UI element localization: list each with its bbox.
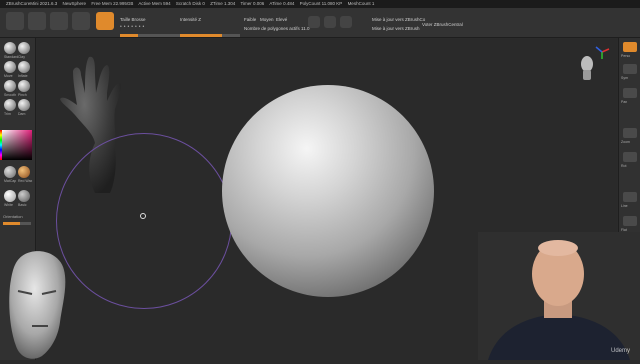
- rb-label: Perso: [621, 54, 631, 58]
- rb-label: Sym: [621, 76, 628, 80]
- axis-gizmo-icon[interactable]: [594, 44, 610, 60]
- vote-link[interactable]: Voter ZBrushCentral: [422, 22, 463, 27]
- draw-mode-button[interactable]: [96, 12, 114, 30]
- title-item: Scratch Disk 0: [175, 1, 205, 6]
- title-bar: ZBrushCoreMini 2021.6.3 NewSphere Free M…: [0, 0, 640, 8]
- brush-smooth-icon[interactable]: [4, 80, 16, 92]
- image-icon[interactable]: [308, 16, 320, 28]
- basic-material-icon[interactable]: [18, 190, 30, 202]
- title-item: NewSphere: [62, 1, 87, 6]
- top-toolbar: Taille Brosse ••••••• Intensité Z Faible…: [0, 8, 640, 38]
- moyen-option[interactable]: Moyen: [260, 17, 274, 22]
- brush-move-icon[interactable]: [4, 61, 16, 73]
- brush-label: Inflate: [18, 74, 28, 78]
- title-item: ZTime 1.304: [210, 1, 236, 6]
- brush-label: Smooth: [4, 93, 17, 97]
- rb-label: Zoom: [621, 140, 630, 144]
- title-item: Free Mem 22.995GB: [91, 1, 134, 6]
- brush-trim-icon[interactable]: [4, 99, 16, 111]
- poly-count-text: Nombre de polygones actifs 11.0: [244, 26, 310, 31]
- brush-label: Clay: [18, 55, 26, 59]
- update-link-2[interactable]: Mise à jour vers ZBrush: [372, 26, 420, 31]
- intensity-slider[interactable]: [180, 34, 240, 37]
- faible-option[interactable]: Faible: [244, 17, 256, 22]
- brush-size-label: Taille Brosse: [120, 17, 146, 22]
- webcam-overlay: Udemy: [478, 232, 640, 360]
- settings-icon[interactable]: [340, 16, 352, 28]
- title-item: MeshCount 1: [347, 1, 375, 6]
- watermark: Udemy: [610, 348, 630, 354]
- lightbox-icon[interactable]: [28, 12, 46, 30]
- brush-label: Trim: [4, 112, 11, 116]
- home-icon[interactable]: [6, 12, 24, 30]
- matcap-icon[interactable]: [4, 166, 16, 178]
- material-label: MatCap: [4, 179, 17, 183]
- material-label: Red Wax: [18, 179, 33, 183]
- line-fill-icon[interactable]: [623, 192, 637, 202]
- sphere-tool-icon[interactable]: [72, 12, 90, 30]
- brush-label: Standard: [4, 55, 19, 59]
- presenter-image: [478, 232, 640, 360]
- material-label: White: [4, 203, 13, 207]
- title-item: PolyCount 11.080 KP: [299, 1, 343, 6]
- rb-label: Line: [621, 204, 628, 208]
- brush-dam-icon[interactable]: [18, 99, 30, 111]
- rotate-icon[interactable]: [623, 152, 637, 162]
- title-item: Timer 0.006: [240, 1, 265, 6]
- flat-icon[interactable]: [623, 216, 637, 226]
- cursor-icon: [140, 213, 146, 219]
- redwax-icon[interactable]: [18, 166, 30, 178]
- material-label: Basic: [18, 203, 27, 207]
- layers-icon[interactable]: [324, 16, 336, 28]
- brush-label: Dam: [18, 112, 26, 116]
- brush-pinch-icon[interactable]: [18, 80, 30, 92]
- brush-size-dots: •••••••: [120, 24, 147, 30]
- arrow-right-icon[interactable]: [50, 12, 68, 30]
- rb-label: Pan: [621, 100, 628, 104]
- symmetry-icon[interactable]: [623, 64, 637, 74]
- orientation-slider[interactable]: [3, 222, 31, 225]
- brush-size-slider[interactable]: [120, 34, 180, 37]
- title-item: Active Mem 594: [138, 1, 171, 6]
- brush-inflate-icon[interactable]: [18, 61, 30, 73]
- title-item: ATime 0.484: [269, 1, 295, 6]
- brush-standard-icon[interactable]: [4, 42, 16, 54]
- orientation-label: Orientation: [3, 214, 23, 219]
- intensity-label: Intensité Z: [180, 17, 202, 22]
- head-thumbnail: [581, 56, 593, 80]
- brush-label: Pinch: [18, 93, 27, 97]
- brush-clay-icon[interactable]: [18, 42, 30, 54]
- zoom-icon[interactable]: [623, 128, 637, 138]
- rb-label: Rot: [621, 164, 627, 168]
- pan-icon[interactable]: [623, 88, 637, 98]
- head-sculpt-model: [9, 251, 66, 359]
- brush-label: Move: [4, 74, 13, 78]
- title-item: ZBrushCoreMini 2021.6.3: [6, 1, 58, 6]
- color-picker[interactable]: [2, 130, 32, 160]
- white-material-icon[interactable]: [4, 190, 16, 202]
- perspective-icon[interactable]: [623, 42, 637, 52]
- eleve-option[interactable]: Elevé: [276, 17, 287, 22]
- sphere-model[interactable]: [222, 85, 434, 297]
- update-link-1[interactable]: Mise à jour vers ZBrushCo: [372, 17, 425, 22]
- brush-ring: [56, 133, 232, 309]
